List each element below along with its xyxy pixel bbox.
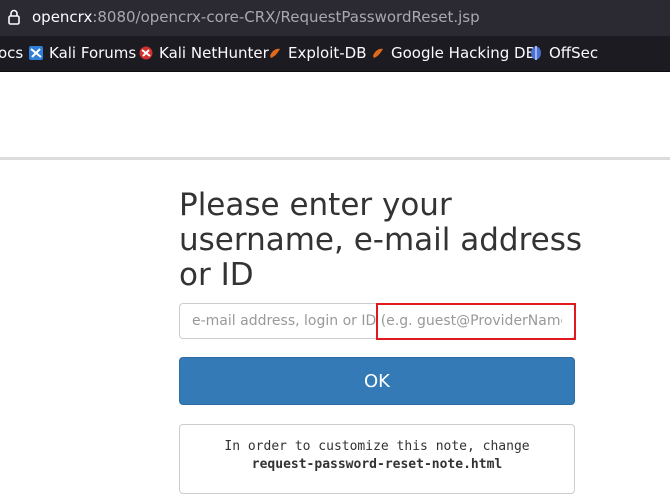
kali-forums-icon	[29, 46, 43, 60]
bookmark-label: ocs	[0, 44, 24, 62]
ok-button[interactable]: OK	[179, 357, 575, 405]
username-input[interactable]	[179, 303, 575, 339]
offsec-icon	[531, 46, 541, 60]
note-text: In order to customize this note, change	[224, 439, 530, 454]
kali-nethunter-icon	[139, 46, 153, 60]
url-path: :8080/opencrx-core-CRX/RequestPasswordRe…	[92, 8, 480, 26]
page-title: Please enter your username, e-mail addre…	[179, 187, 583, 293]
bookmark-offsec[interactable]: OffSec	[529, 36, 598, 71]
bookmark-docs[interactable]: ocs	[0, 36, 23, 71]
note-filename: request-password-reset-note.html	[251, 457, 503, 472]
bookmark-exploit-db[interactable]: Exploit-DB	[268, 36, 367, 71]
url-text[interactable]: opencrx:8080/opencrx-core-CRX/RequestPas…	[32, 8, 480, 26]
url-host: opencrx	[32, 8, 93, 26]
page-header-area	[0, 72, 670, 158]
bookmark-label: Kali NetHunter	[159, 44, 269, 62]
bookmark-label: OffSec	[549, 44, 599, 62]
divider	[0, 157, 670, 160]
lock-icon[interactable]	[8, 9, 20, 25]
bookmark-label: Exploit-DB	[288, 44, 367, 62]
google-hacking-db-icon	[373, 48, 383, 58]
bookmark-google-hacking-db[interactable]: Google Hacking DB	[371, 36, 536, 71]
exploit-db-icon	[270, 48, 280, 58]
bookmark-label: Kali Forums	[49, 44, 137, 62]
bookmark-kali-nethunter[interactable]: Kali NetHunter	[139, 36, 269, 71]
bookmark-label: Google Hacking DB	[391, 44, 536, 62]
info-note: In order to customize this note, change …	[179, 424, 575, 494]
bookmark-kali-forums[interactable]: Kali Forums	[29, 36, 136, 71]
bookmarks-toolbar: ocs Kali Forums Kali NetHunter Exploit-D…	[0, 36, 670, 72]
url-bar[interactable]: opencrx:8080/opencrx-core-CRX/RequestPas…	[0, 0, 670, 36]
